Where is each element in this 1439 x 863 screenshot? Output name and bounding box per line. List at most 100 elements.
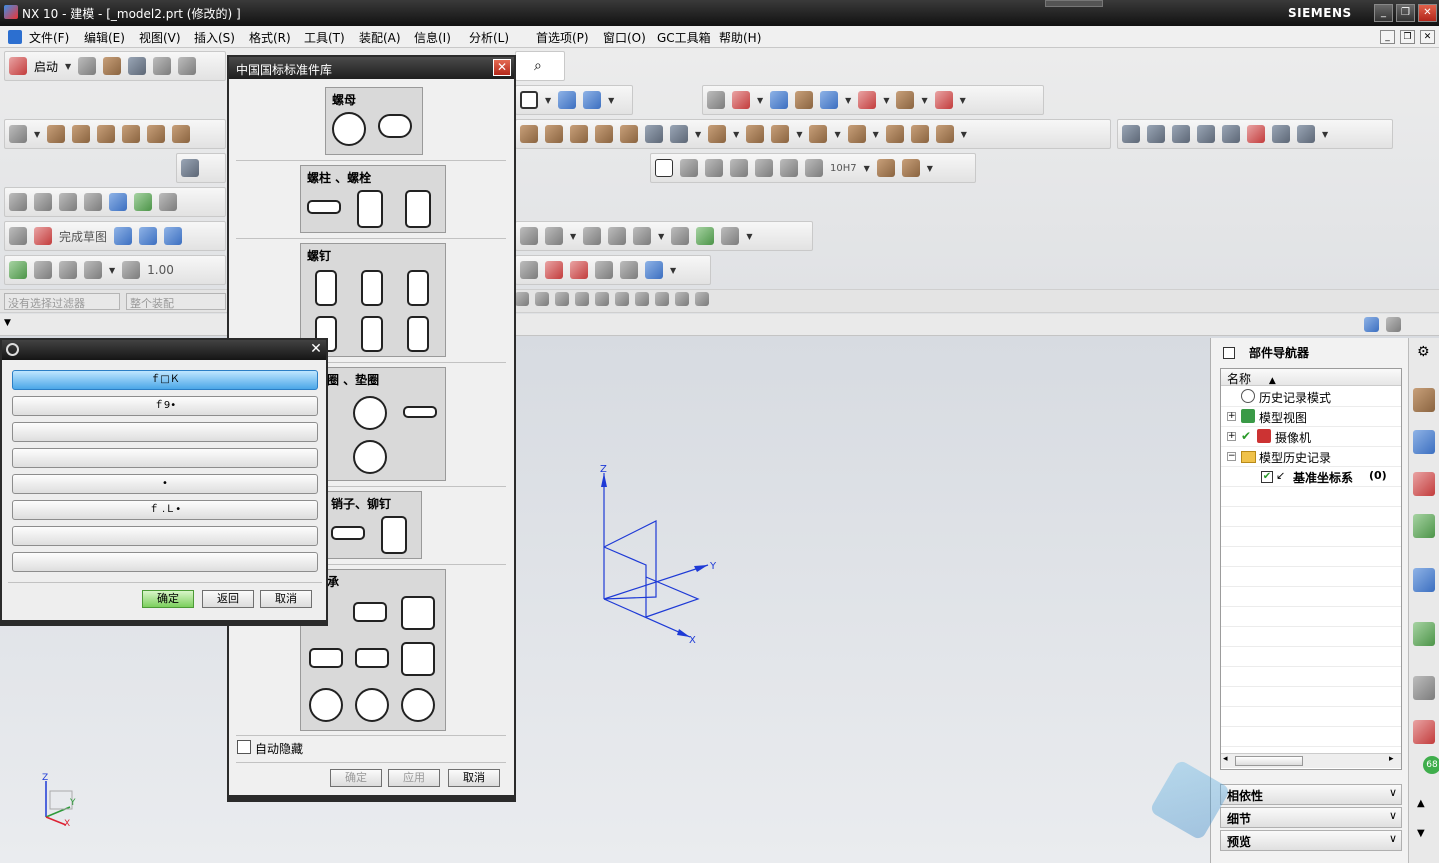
knurled-screw-icon[interactable] bbox=[361, 316, 383, 352]
menu-analysis[interactable]: 分析(L) bbox=[469, 29, 509, 46]
sphere-icon[interactable] bbox=[172, 125, 191, 143]
constraint-navigator-icon[interactable] bbox=[1413, 430, 1435, 454]
snap-bounded-icon[interactable] bbox=[695, 292, 709, 306]
offset-curve-icon[interactable] bbox=[608, 227, 627, 245]
hole-icon[interactable] bbox=[520, 125, 538, 143]
hex-bolt-icon[interactable] bbox=[357, 190, 383, 228]
snap-control-icon[interactable] bbox=[555, 292, 569, 306]
offset-surface-icon[interactable] bbox=[1222, 125, 1240, 143]
part-tree[interactable]: 名称 ▲ 历史记录模式 + 模型视图 + ✔ 摄像机 − 模型历史记录 ✔ ↙ … bbox=[1220, 368, 1402, 770]
scroll-down-icon[interactable]: ▼ bbox=[1417, 828, 1425, 839]
start-label[interactable]: 启动 bbox=[34, 58, 58, 75]
profile-icon[interactable] bbox=[114, 227, 133, 245]
measure-angle-icon[interactable] bbox=[858, 91, 877, 109]
part-navigator-icon[interactable] bbox=[1413, 472, 1435, 496]
chamfer-icon[interactable] bbox=[708, 125, 727, 143]
edit-object-icon[interactable] bbox=[795, 91, 814, 109]
doc-close-button[interactable]: ✕ bbox=[1420, 30, 1435, 44]
scroll-thumb[interactable] bbox=[1235, 756, 1303, 766]
expand-icon[interactable]: + bbox=[1227, 432, 1236, 441]
countersunk-screw-icon[interactable] bbox=[407, 316, 429, 352]
subtract-icon[interactable] bbox=[885, 125, 904, 143]
linear-dim-icon[interactable] bbox=[84, 261, 102, 279]
arc-icon[interactable] bbox=[164, 227, 183, 245]
menu-window[interactable]: 窗口(O) bbox=[603, 29, 646, 46]
socket-screw-icon[interactable] bbox=[315, 270, 337, 306]
mirror-curve-icon[interactable] bbox=[633, 227, 652, 245]
flat-washer-icon[interactable] bbox=[403, 406, 437, 418]
snap-point-icon[interactable] bbox=[635, 292, 649, 306]
bearing-section-icon[interactable] bbox=[355, 648, 389, 668]
menu-format[interactable]: 格式(R) bbox=[249, 29, 291, 46]
new-file-icon[interactable] bbox=[78, 57, 97, 75]
resize-icon[interactable] bbox=[109, 193, 127, 211]
snap-face-icon[interactable] bbox=[675, 292, 689, 306]
cylinder-icon[interactable] bbox=[122, 125, 141, 143]
web-browser-icon[interactable] bbox=[1413, 622, 1435, 646]
rivet-icon[interactable] bbox=[381, 516, 407, 554]
close-button[interactable]: ✕ bbox=[1418, 4, 1437, 22]
undo-icon[interactable] bbox=[645, 261, 663, 279]
render-icon[interactable] bbox=[934, 91, 953, 109]
dimension-icon[interactable] bbox=[780, 159, 798, 177]
sync-model-icon[interactable] bbox=[181, 159, 199, 177]
extend-sheet-icon[interactable] bbox=[1297, 125, 1315, 143]
doc-minimize-button[interactable]: _ bbox=[1380, 30, 1395, 44]
full-screen-icon[interactable] bbox=[1386, 317, 1401, 332]
popup-title-bar[interactable] bbox=[2, 340, 326, 360]
tree-item-model-views[interactable]: + 模型视图 bbox=[1221, 407, 1401, 427]
edge-blend-icon[interactable] bbox=[670, 125, 688, 143]
stud-icon[interactable] bbox=[307, 200, 341, 214]
unite-icon[interactable] bbox=[847, 125, 866, 143]
popup-ok-button[interactable]: 确定 bbox=[142, 590, 194, 608]
radius-dim-icon[interactable] bbox=[545, 261, 563, 279]
offset-region-icon[interactable] bbox=[59, 193, 77, 211]
fit-label[interactable]: 10H7 bbox=[830, 163, 857, 174]
triangle-icon[interactable] bbox=[655, 159, 673, 177]
wcs-icon[interactable] bbox=[732, 91, 750, 109]
block-icon[interactable] bbox=[97, 125, 116, 143]
dialog-close-button[interactable]: ✕ bbox=[493, 59, 511, 76]
cheese-screw-icon[interactable] bbox=[407, 270, 429, 306]
quick-trim-icon[interactable] bbox=[520, 227, 538, 245]
menu-preferences[interactable]: 首选项(P) bbox=[536, 29, 589, 46]
hd3d-tools-icon[interactable] bbox=[1413, 568, 1435, 592]
settings-gear-icon[interactable]: ⚙ bbox=[1417, 344, 1430, 360]
sketch-plane-icon[interactable] bbox=[9, 227, 27, 245]
popup-back-button[interactable]: 返回 bbox=[202, 590, 254, 608]
through-curves-icon[interactable] bbox=[1147, 125, 1165, 143]
popup-close-icon[interactable]: ✕ bbox=[308, 342, 324, 358]
display-mode-icon[interactable] bbox=[520, 91, 538, 109]
tree-item-datum-csys[interactable]: ✔ ↙ 基准坐标系 (0) bbox=[1221, 467, 1401, 487]
minimize-button[interactable]: _ bbox=[1374, 4, 1393, 22]
retaining-ring-icon[interactable] bbox=[353, 396, 387, 430]
copy-icon[interactable] bbox=[178, 57, 197, 75]
chain-link-icon[interactable] bbox=[353, 602, 387, 622]
ruled-surface-icon[interactable] bbox=[1122, 125, 1140, 143]
angular-dim-icon[interactable] bbox=[520, 261, 538, 279]
perimeter-dim-icon[interactable] bbox=[595, 261, 613, 279]
pad-icon[interactable] bbox=[595, 125, 613, 143]
tree-item-model-history[interactable]: − 模型历史记录 bbox=[1221, 447, 1401, 467]
pattern-icon[interactable] bbox=[935, 125, 954, 143]
option-button-2[interactable]: ｆ9• bbox=[12, 396, 318, 416]
snap-intersect-icon[interactable] bbox=[575, 292, 589, 306]
finish-sketch-label[interactable]: 完成草图 bbox=[59, 228, 107, 245]
spiral-icon[interactable] bbox=[355, 688, 389, 722]
table-icon[interactable] bbox=[680, 159, 698, 177]
quick-extend-icon[interactable] bbox=[545, 227, 563, 245]
option-button-7[interactable] bbox=[12, 526, 318, 546]
round-bolt-icon[interactable] bbox=[405, 190, 431, 228]
flange-bearing-icon[interactable] bbox=[401, 596, 435, 630]
expand-icon[interactable]: + bbox=[1227, 412, 1236, 421]
type-filter-select[interactable]: 没有选择过滤器 bbox=[4, 293, 120, 310]
delete-face-icon[interactable] bbox=[84, 193, 102, 211]
name-column-header[interactable]: 名称 ▲ bbox=[1221, 369, 1401, 386]
start-icon[interactable] bbox=[9, 57, 27, 75]
replace-face-icon[interactable] bbox=[134, 193, 152, 211]
boss-icon[interactable] bbox=[545, 125, 563, 143]
sketch-icon[interactable] bbox=[9, 125, 27, 143]
tree-item-history-mode[interactable]: 历史记录模式 bbox=[1221, 387, 1401, 407]
search-icon[interactable]: ⌕ bbox=[534, 58, 542, 74]
menu-info[interactable]: 信息(I) bbox=[414, 29, 451, 46]
